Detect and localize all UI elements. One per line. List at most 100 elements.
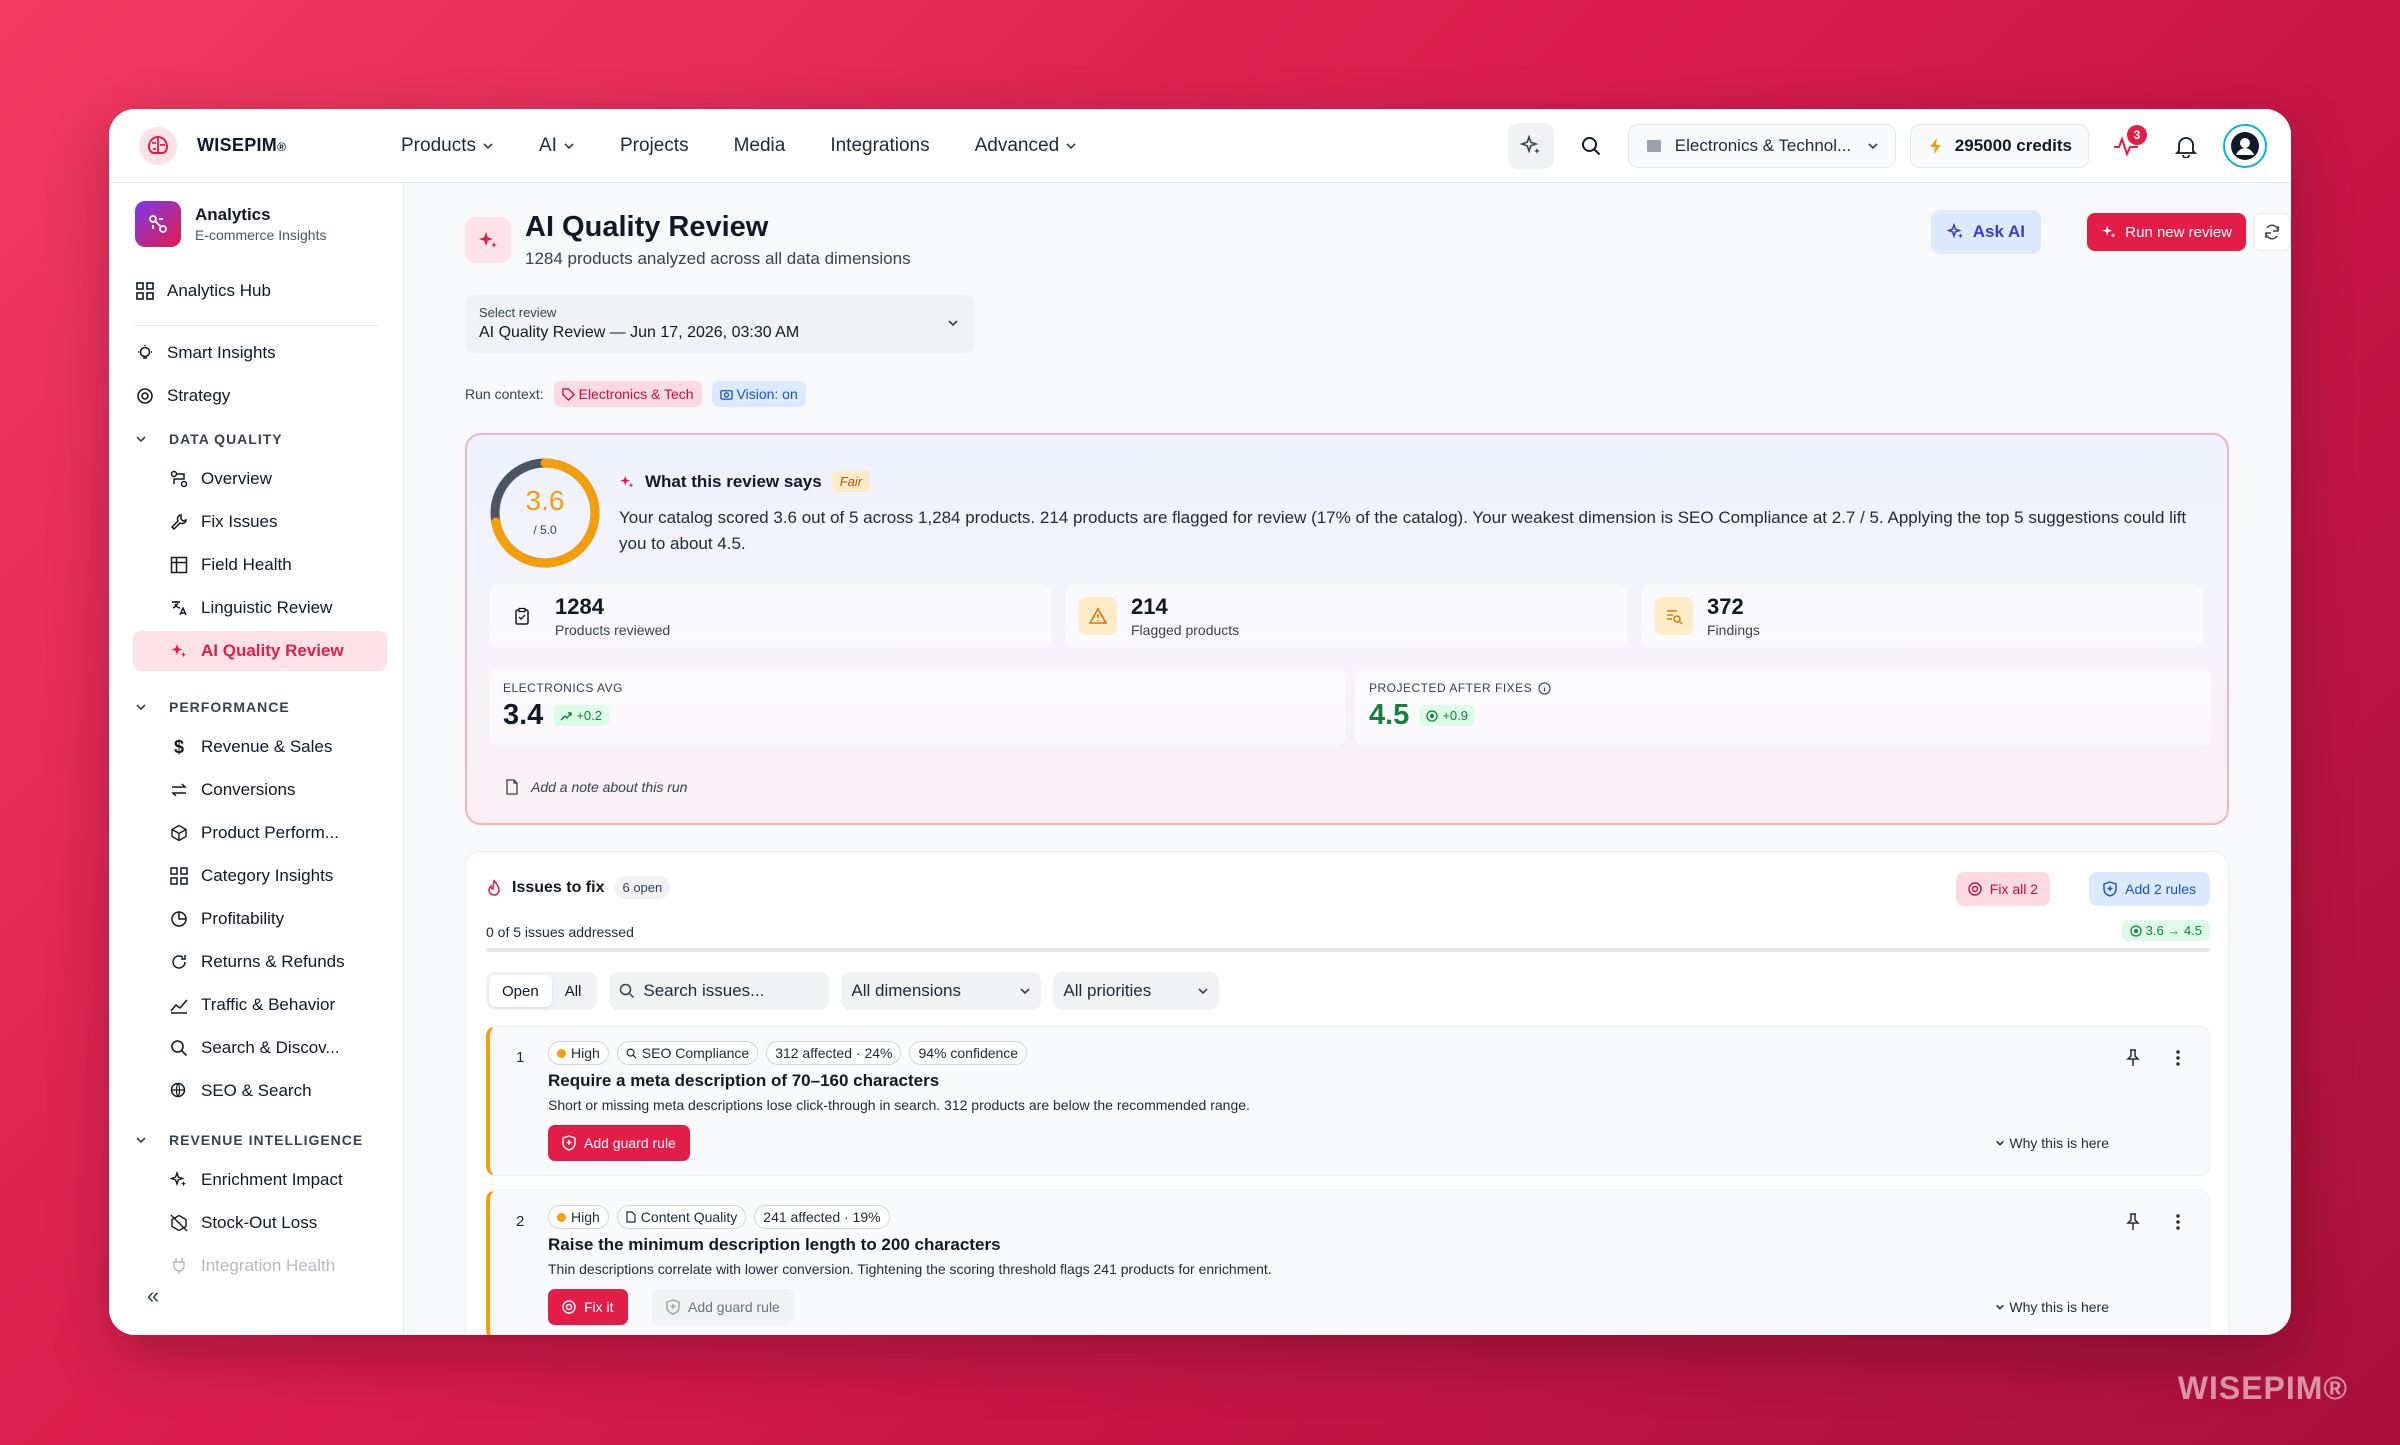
- sidebar-item-seo-search[interactable]: SEO & Search: [133, 1071, 387, 1111]
- sidebar-item-search-discovery[interactable]: Search & Discov...: [133, 1028, 387, 1068]
- notifications-button[interactable]: [2163, 123, 2209, 169]
- issue-row[interactable]: 2 High Content Quality 241 affected · 19…: [486, 1190, 2210, 1335]
- brand[interactable]: WISEPIM®: [137, 125, 377, 167]
- chevron-down-icon: [483, 142, 493, 149]
- info-icon[interactable]: [1538, 681, 1551, 695]
- why-this-is-here-toggle[interactable]: Why this is here: [1995, 1135, 2109, 1151]
- projected-value: 4.5: [1369, 699, 1410, 731]
- ai-assistant-button[interactable]: [1507, 123, 1554, 169]
- search-icon: [169, 1038, 189, 1058]
- collapse-sidebar-button[interactable]: «: [147, 1283, 159, 1309]
- sidebar-item-product-performance[interactable]: Product Perform...: [133, 813, 387, 853]
- bell-icon: [2175, 137, 2197, 158]
- sidebar-item-analytics-hub[interactable]: Analytics Hub: [129, 271, 383, 311]
- top-bar: WISEPIM® Products AI Projects Media Inte…: [109, 109, 2291, 183]
- sidebar-item-category-insights[interactable]: Category Insights: [133, 856, 387, 896]
- sidebar-item-linguistic-review[interactable]: Linguistic Review: [133, 588, 387, 628]
- credits-balance[interactable]: 295000 credits: [1909, 124, 2089, 168]
- nav-integrations[interactable]: Integrations: [830, 135, 929, 157]
- score-value: 3.6: [525, 485, 565, 516]
- issue-description: Short or missing meta descriptions lose …: [548, 1097, 1250, 1113]
- nav-media[interactable]: Media: [734, 135, 786, 157]
- user-avatar[interactable]: [2223, 124, 2267, 168]
- sidebar-item-field-health[interactable]: Field Health: [133, 545, 387, 585]
- pin-icon[interactable]: [2125, 1213, 2141, 1231]
- sidebar-item-strategy[interactable]: Strategy: [129, 376, 383, 416]
- issues-heading: Issues to fix 6 open: [486, 876, 671, 899]
- chevron-down-icon: [948, 320, 958, 327]
- workspace-selector[interactable]: Electronics & Technol...: [1627, 124, 1896, 168]
- sidebar-item-smart-insights[interactable]: Smart Insights: [129, 333, 383, 373]
- flame-icon: [488, 879, 500, 896]
- add-note-button[interactable]: Add a note about this run: [505, 779, 687, 795]
- sidebar-item-stock-out-loss[interactable]: Stock-Out Loss: [133, 1203, 387, 1243]
- nav-products[interactable]: Products: [401, 135, 494, 157]
- more-vertical-icon[interactable]: [2175, 1213, 2181, 1231]
- target-icon: [562, 1300, 576, 1314]
- translate-icon: [169, 598, 189, 618]
- more-vertical-icon[interactable]: [2175, 1049, 2181, 1067]
- trend-up-icon: [560, 711, 573, 720]
- add-guard-rule-button[interactable]: Add guard rule: [652, 1289, 794, 1325]
- nav-ai[interactable]: AI: [539, 135, 575, 157]
- nav-projects[interactable]: Projects: [620, 135, 689, 157]
- section-revenue-intelligence[interactable]: REVENUE INTELLIGENCE: [135, 1132, 363, 1148]
- add-guard-rule-button[interactable]: Add guard rule: [548, 1125, 690, 1161]
- pin-icon[interactable]: [2125, 1049, 2141, 1067]
- sidebar-item-overview[interactable]: Overview: [133, 459, 387, 499]
- watermark: WISEPIM®: [2177, 1370, 2348, 1406]
- select-review-value: AI Quality Review — Jun 17, 2026, 03:30 …: [479, 324, 800, 341]
- sidebar-item-integration-health[interactable]: Integration Health: [133, 1246, 387, 1286]
- tab-all[interactable]: All: [552, 975, 595, 1007]
- sidebar-item-revenue-sales[interactable]: $ Revenue & Sales: [133, 727, 387, 767]
- fix-it-button[interactable]: Fix it: [548, 1289, 628, 1325]
- refresh-icon: [169, 952, 189, 972]
- issue-tags: High Content Quality 241 affected · 19%: [548, 1205, 890, 1229]
- refresh-button[interactable]: [2253, 213, 2291, 251]
- sidebar-item-profitability[interactable]: Profitability: [133, 899, 387, 939]
- confidence-tag: 94% confidence: [909, 1041, 1028, 1065]
- priority-tag: High: [548, 1041, 609, 1065]
- context-category-chip: Electronics & Tech: [553, 381, 702, 407]
- warning-icon: [1079, 597, 1117, 635]
- grade-badge: Fair: [831, 471, 871, 492]
- section-data-quality[interactable]: DATA QUALITY: [135, 431, 283, 447]
- document-icon: [626, 1211, 636, 1223]
- why-this-is-here-toggle[interactable]: Why this is here: [1995, 1299, 2109, 1315]
- page-title: AI Quality Review: [525, 211, 769, 243]
- sidebar-item-ai-quality-review[interactable]: AI Quality Review: [133, 631, 387, 671]
- open-count-badge: 6 open: [614, 876, 671, 899]
- projected-delta: +0.9: [1419, 705, 1475, 726]
- sidebar-item-returns-refunds[interactable]: Returns & Refunds: [133, 942, 387, 982]
- target-icon: [1968, 882, 1982, 896]
- activity-badge: 3: [2127, 125, 2147, 145]
- search-button[interactable]: [1568, 123, 1614, 169]
- score-max: / 5.0: [533, 523, 557, 537]
- activity-button[interactable]: 3: [2103, 123, 2149, 169]
- add-rules-button[interactable]: Add 2 rules: [2089, 872, 2210, 906]
- issue-title: Raise the minimum description length to …: [548, 1235, 1001, 1254]
- dimensions-filter[interactable]: All dimensions: [841, 972, 1042, 1010]
- fix-all-button[interactable]: Fix all 2: [1955, 872, 2050, 906]
- select-review-dropdown[interactable]: Select review AI Quality Review — Jun 17…: [465, 295, 975, 353]
- chevron-down-icon: [1868, 143, 1878, 150]
- sidebar-item-fix-issues[interactable]: Fix Issues: [133, 502, 387, 542]
- sparkles-icon: [2102, 225, 2116, 238]
- ask-ai-button[interactable]: Ask AI: [1930, 210, 2041, 254]
- issues-search-input[interactable]: Search issues...: [609, 972, 830, 1010]
- sidebar-item-enrichment-impact[interactable]: Enrichment Impact: [133, 1160, 387, 1200]
- issue-row[interactable]: 1 High SEO Compliance 312 affected · 24%…: [486, 1026, 2210, 1176]
- priorities-filter[interactable]: All priorities: [1053, 972, 1220, 1010]
- run-new-review-button[interactable]: Run new review: [2087, 213, 2246, 251]
- issues-addressed-text: 0 of 5 issues addressed: [486, 924, 634, 940]
- nav-advanced[interactable]: Advanced: [975, 135, 1078, 157]
- sidebar-item-conversions[interactable]: Conversions: [133, 770, 387, 810]
- section-performance[interactable]: PERFORMANCE: [135, 699, 290, 715]
- run-context: Run context: Electronics & Tech Vision: …: [465, 381, 806, 407]
- tab-open[interactable]: Open: [489, 975, 552, 1007]
- chevron-down-icon: [1066, 142, 1076, 149]
- analytics-icon: [135, 201, 181, 247]
- sidebar-item-traffic-behavior[interactable]: Traffic & Behavior: [133, 985, 387, 1025]
- shield-plus-icon: [666, 1299, 680, 1315]
- dimension-tag: Content Quality: [616, 1205, 747, 1229]
